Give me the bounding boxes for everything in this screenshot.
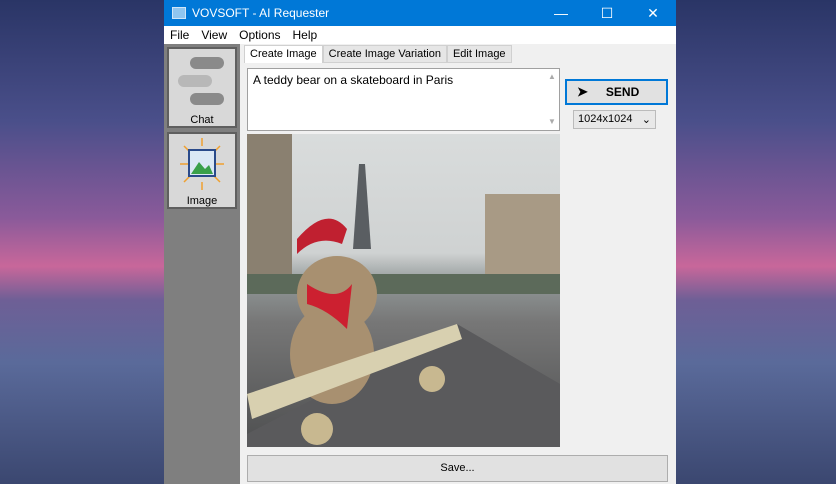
menu-bar: File View Options Help: [164, 26, 676, 44]
send-icon: ➤: [577, 84, 588, 99]
maximize-button[interactable]: ☐: [584, 5, 630, 22]
prompt-text: A teddy bear on a skateboard in Paris: [253, 73, 454, 87]
send-label: SEND: [605, 85, 640, 99]
size-select[interactable]: 1024x1024 ⌄: [573, 110, 656, 129]
menu-file[interactable]: File: [164, 28, 195, 42]
app-window: VOVSOFT - AI Requester — ☐ ✕ File View O…: [164, 0, 676, 484]
prompt-scrollbar[interactable]: ▲ ▼: [545, 69, 559, 130]
tab-create-image[interactable]: Create Image: [244, 45, 323, 63]
sidebar-item-image[interactable]: Image: [167, 132, 237, 209]
image-icon: [180, 138, 224, 190]
title-bar: VOVSOFT - AI Requester — ☐ ✕: [164, 0, 676, 26]
generated-image: [247, 134, 560, 447]
menu-options[interactable]: Options: [233, 28, 286, 42]
chat-bubbles-icon: [178, 57, 224, 105]
teddy-bear-photo: [247, 134, 560, 447]
sidebar-label-chat: Chat: [190, 114, 214, 126]
sidebar-item-chat[interactable]: Chat: [167, 47, 237, 128]
size-select-value: 1024x1024: [578, 113, 633, 125]
app-icon: [172, 7, 186, 19]
tab-create-image-variation[interactable]: Create Image Variation: [322, 45, 447, 63]
send-button[interactable]: ➤ SEND: [565, 79, 668, 105]
menu-help[interactable]: Help: [287, 28, 324, 42]
close-button[interactable]: ✕: [630, 5, 676, 22]
prompt-input[interactable]: A teddy bear on a skateboard in Paris ▲ ▼: [247, 68, 560, 131]
minimize-button[interactable]: —: [538, 5, 584, 21]
tab-bar: Create Image Create Image Variation Edit…: [244, 45, 512, 63]
chevron-down-icon: ⌄: [641, 114, 651, 126]
sidebar-label-image: Image: [186, 195, 218, 207]
window-title: VOVSOFT - AI Requester: [192, 6, 330, 20]
tab-edit-image[interactable]: Edit Image: [446, 45, 512, 63]
sidebar: Chat Image: [164, 44, 240, 484]
save-button[interactable]: Save...: [247, 455, 668, 482]
menu-view[interactable]: View: [195, 28, 233, 42]
